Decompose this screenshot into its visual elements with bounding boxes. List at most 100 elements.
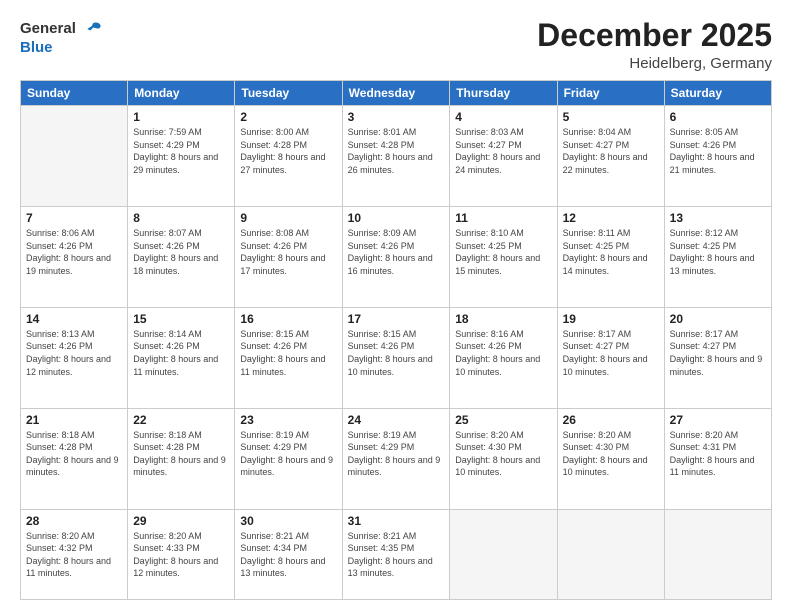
day-number: 15 — [133, 312, 229, 326]
day-number: 1 — [133, 110, 229, 124]
day-info: Sunrise: 8:16 AMSunset: 4:26 PMDaylight:… — [455, 329, 540, 377]
day-number: 3 — [348, 110, 445, 124]
day-info: Sunrise: 8:12 AMSunset: 4:25 PMDaylight:… — [670, 228, 755, 276]
day-info: Sunrise: 8:18 AMSunset: 4:28 PMDaylight:… — [133, 430, 226, 478]
day-number: 18 — [455, 312, 551, 326]
logo-blue-text: Blue — [20, 40, 53, 57]
table-row: 30 Sunrise: 8:21 AMSunset: 4:34 PMDayligh… — [235, 509, 342, 600]
day-number: 22 — [133, 413, 229, 427]
calendar-header-row: Sunday Monday Tuesday Wednesday Thursday… — [21, 81, 772, 106]
calendar-body: 1 Sunrise: 7:59 AMSunset: 4:29 PMDaylight… — [21, 106, 772, 600]
day-number: 13 — [670, 211, 766, 225]
logo: General Blue — [20, 18, 102, 57]
day-number: 4 — [455, 110, 551, 124]
day-info: Sunrise: 8:08 AMSunset: 4:26 PMDaylight:… — [240, 228, 325, 276]
table-row — [21, 106, 128, 207]
calendar-table: Sunday Monday Tuesday Wednesday Thursday… — [20, 80, 772, 600]
col-monday: Monday — [128, 81, 235, 106]
table-row: 16Sunrise: 8:15 AMSunset: 4:26 PMDayligh… — [235, 307, 342, 408]
day-info: Sunrise: 8:03 AMSunset: 4:27 PMDaylight:… — [455, 127, 540, 175]
col-saturday: Saturday — [664, 81, 771, 106]
day-number: 10 — [348, 211, 445, 225]
calendar-row: 7 Sunrise: 8:06 AMSunset: 4:26 PMDaylight… — [21, 207, 772, 308]
table-row: 23 Sunrise: 8:19 AMSunset: 4:29 PMDayligh… — [235, 408, 342, 509]
day-info: Sunrise: 8:13 AMSunset: 4:26 PMDaylight:… — [26, 329, 111, 377]
table-row: 8Sunrise: 8:07 AMSunset: 4:26 PMDaylight… — [128, 207, 235, 308]
day-info: Sunrise: 8:19 AMSunset: 4:29 PMDaylight:… — [348, 430, 441, 478]
day-info: Sunrise: 8:15 AMSunset: 4:26 PMDaylight:… — [240, 329, 325, 377]
calendar-row: 14 Sunrise: 8:13 AMSunset: 4:26 PMDayligh… — [21, 307, 772, 408]
day-number: 11 — [455, 211, 551, 225]
day-number: 23 — [240, 413, 336, 427]
table-row: 5 Sunrise: 8:04 AMSunset: 4:27 PMDaylight… — [557, 106, 664, 207]
col-tuesday: Tuesday — [235, 81, 342, 106]
day-info: Sunrise: 7:59 AMSunset: 4:29 PMDaylight:… — [133, 127, 218, 175]
table-row: 22 Sunrise: 8:18 AMSunset: 4:28 PMDayligh… — [128, 408, 235, 509]
table-row: 6Sunrise: 8:05 AMSunset: 4:26 PMDaylight… — [664, 106, 771, 207]
day-number: 14 — [26, 312, 122, 326]
day-number: 30 — [240, 514, 336, 528]
calendar-title: December 2025 — [537, 18, 772, 53]
day-number: 5 — [563, 110, 659, 124]
day-info: Sunrise: 8:21 AMSunset: 4:34 PMDaylight:… — [240, 531, 325, 579]
table-row: 29Sunrise: 8:20 AMSunset: 4:33 PMDayligh… — [128, 509, 235, 600]
table-row: 7 Sunrise: 8:06 AMSunset: 4:26 PMDaylight… — [21, 207, 128, 308]
day-info: Sunrise: 8:09 AMSunset: 4:26 PMDaylight:… — [348, 228, 433, 276]
header: General Blue December 2025 Heidelberg, G… — [20, 18, 772, 72]
table-row: 21 Sunrise: 8:18 AMSunset: 4:28 PMDayligh… — [21, 408, 128, 509]
table-row: 4 Sunrise: 8:03 AMSunset: 4:27 PMDaylight… — [450, 106, 557, 207]
col-sunday: Sunday — [21, 81, 128, 106]
calendar-row: 28 Sunrise: 8:20 AMSunset: 4:32 PMDayligh… — [21, 509, 772, 600]
table-row: 26 Sunrise: 8:20 AMSunset: 4:30 PMDayligh… — [557, 408, 664, 509]
day-number: 20 — [670, 312, 766, 326]
day-info: Sunrise: 8:20 AMSunset: 4:32 PMDaylight:… — [26, 531, 111, 579]
day-number: 9 — [240, 211, 336, 225]
day-number: 26 — [563, 413, 659, 427]
day-number: 8 — [133, 211, 229, 225]
day-info: Sunrise: 8:00 AMSunset: 4:28 PMDaylight:… — [240, 127, 325, 175]
day-info: Sunrise: 8:20 AMSunset: 4:33 PMDaylight:… — [133, 531, 218, 579]
day-info: Sunrise: 8:04 AMSunset: 4:27 PMDaylight:… — [563, 127, 648, 175]
day-number: 2 — [240, 110, 336, 124]
table-row: 13 Sunrise: 8:12 AMSunset: 4:25 PMDayligh… — [664, 207, 771, 308]
col-wednesday: Wednesday — [342, 81, 450, 106]
table-row: 20Sunrise: 8:17 AMSunset: 4:27 PMDayligh… — [664, 307, 771, 408]
day-info: Sunrise: 8:20 AMSunset: 4:30 PMDaylight:… — [563, 430, 648, 478]
day-number: 31 — [348, 514, 445, 528]
day-info: Sunrise: 8:17 AMSunset: 4:27 PMDaylight:… — [563, 329, 648, 377]
day-info: Sunrise: 8:20 AMSunset: 4:30 PMDaylight:… — [455, 430, 540, 478]
day-info: Sunrise: 8:19 AMSunset: 4:29 PMDaylight:… — [240, 430, 333, 478]
day-number: 21 — [26, 413, 122, 427]
table-row: 1 Sunrise: 7:59 AMSunset: 4:29 PMDaylight… — [128, 106, 235, 207]
title-block: December 2025 Heidelberg, Germany — [537, 18, 772, 72]
logo-general-text: General — [20, 21, 76, 38]
calendar-subtitle: Heidelberg, Germany — [537, 55, 772, 72]
day-number: 7 — [26, 211, 122, 225]
table-row: 31 Sunrise: 8:21 AMSunset: 4:35 PMDayligh… — [342, 509, 450, 600]
table-row: 19 Sunrise: 8:17 AMSunset: 4:27 PMDayligh… — [557, 307, 664, 408]
day-number: 12 — [563, 211, 659, 225]
table-row: 15 Sunrise: 8:14 AMSunset: 4:26 PMDayligh… — [128, 307, 235, 408]
day-info: Sunrise: 8:18 AMSunset: 4:28 PMDaylight:… — [26, 430, 119, 478]
day-info: Sunrise: 8:10 AMSunset: 4:25 PMDaylight:… — [455, 228, 540, 276]
table-row — [557, 509, 664, 600]
col-thursday: Thursday — [450, 81, 557, 106]
day-number: 19 — [563, 312, 659, 326]
logo-bird-icon — [80, 18, 102, 40]
day-number: 28 — [26, 514, 122, 528]
table-row: 10 Sunrise: 8:09 AMSunset: 4:26 PMDayligh… — [342, 207, 450, 308]
day-info: Sunrise: 8:14 AMSunset: 4:26 PMDaylight:… — [133, 329, 218, 377]
day-number: 17 — [348, 312, 445, 326]
day-info: Sunrise: 8:15 AMSunset: 4:26 PMDaylight:… — [348, 329, 433, 377]
table-row: 24Sunrise: 8:19 AMSunset: 4:29 PMDayligh… — [342, 408, 450, 509]
calendar-row: 21 Sunrise: 8:18 AMSunset: 4:28 PMDayligh… — [21, 408, 772, 509]
day-info: Sunrise: 8:20 AMSunset: 4:31 PMDaylight:… — [670, 430, 755, 478]
table-row: 3Sunrise: 8:01 AMSunset: 4:28 PMDaylight… — [342, 106, 450, 207]
page: General Blue December 2025 Heidelberg, G… — [0, 0, 792, 612]
day-number: 25 — [455, 413, 551, 427]
day-info: Sunrise: 8:21 AMSunset: 4:35 PMDaylight:… — [348, 531, 433, 579]
col-friday: Friday — [557, 81, 664, 106]
calendar-row: 1 Sunrise: 7:59 AMSunset: 4:29 PMDaylight… — [21, 106, 772, 207]
table-row — [664, 509, 771, 600]
day-info: Sunrise: 8:06 AMSunset: 4:26 PMDaylight:… — [26, 228, 111, 276]
